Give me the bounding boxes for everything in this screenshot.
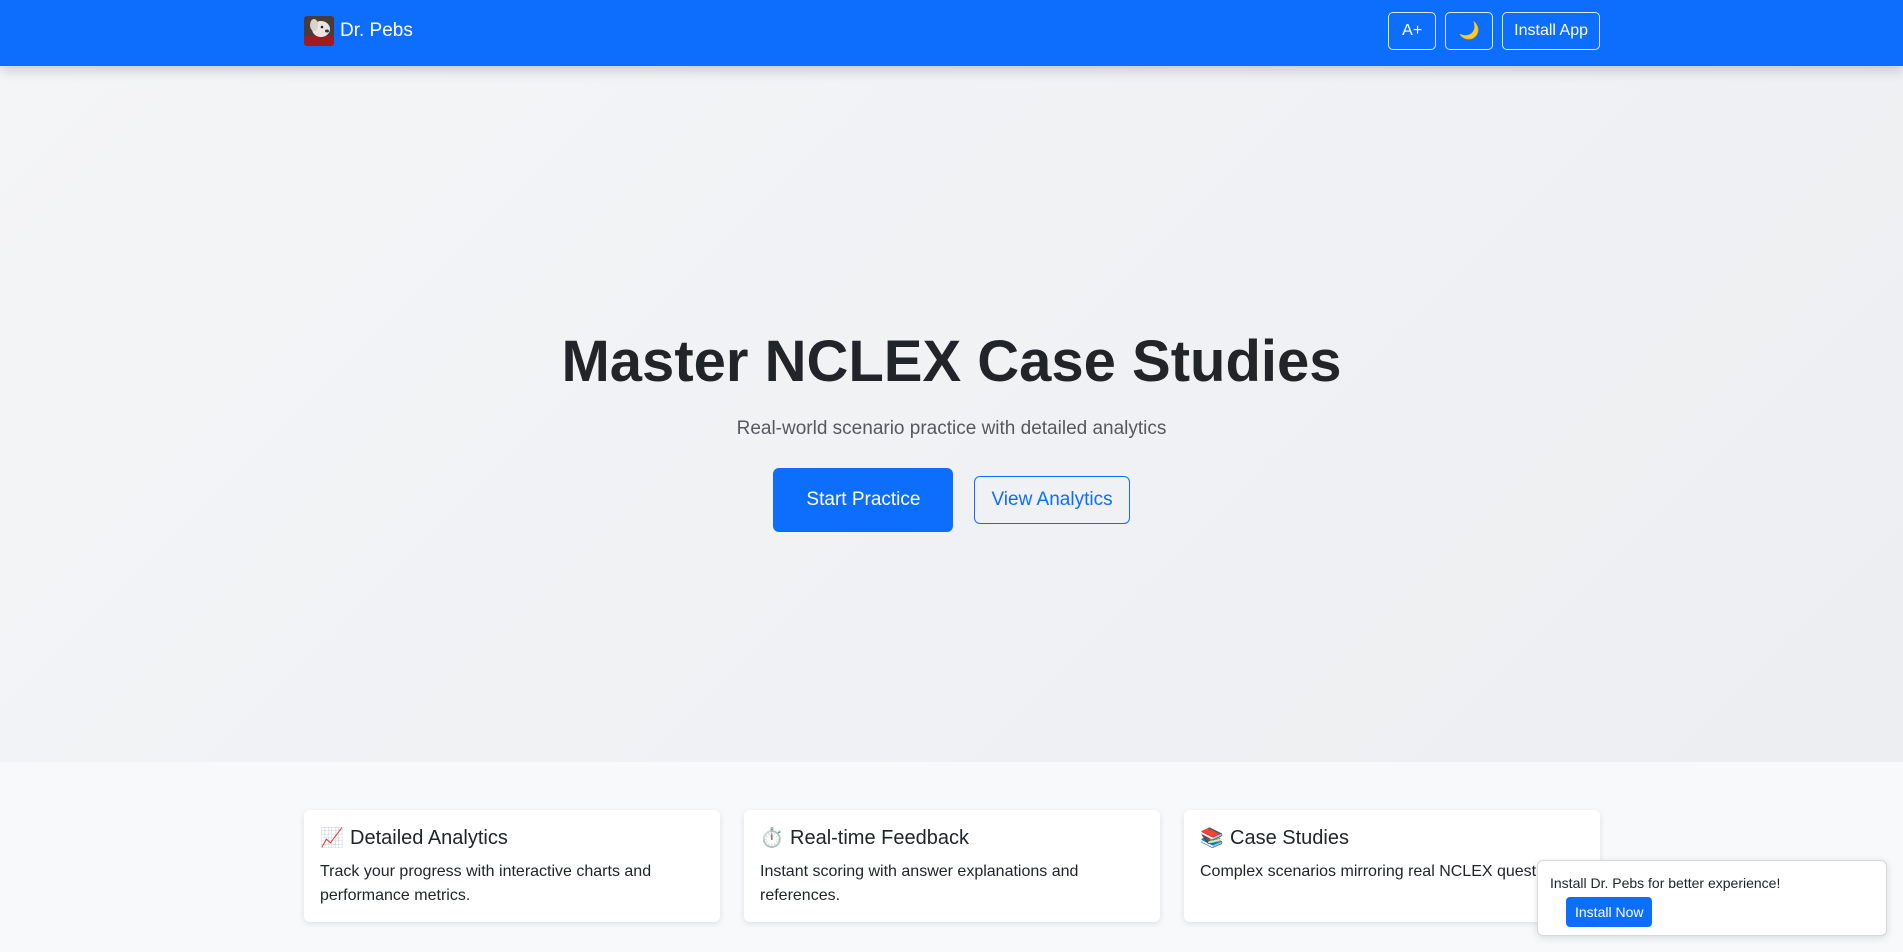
install-prompt: Install Dr. Pebs for better experience! …	[1537, 860, 1887, 936]
chart-icon: 📈	[320, 828, 344, 849]
top-navbar: Dr. Pebs A+ 🌙 Install App	[0, 0, 1903, 66]
start-practice-button[interactable]: Start Practice	[773, 468, 954, 532]
feature-card-title: 📚 Case Studies	[1200, 826, 1584, 850]
feature-card-text: Track your progress with interactive cha…	[320, 863, 652, 904]
hero-actions: Start Practice View Analytics	[0, 468, 1903, 532]
feature-title-text: Detailed Analytics	[350, 826, 508, 849]
feature-card-text: Complex scenarios mirroring real NCLEX q…	[1200, 863, 1570, 880]
moon-icon: 🌙	[1458, 21, 1480, 40]
install-now-button[interactable]: Install Now	[1566, 897, 1653, 927]
brand-name: Dr. Pebs	[340, 20, 413, 41]
navbar-actions: A+ 🌙 Install App	[1388, 12, 1600, 50]
hero-subtitle: Real-world scenario practice with detail…	[736, 418, 1167, 439]
feature-card-title: ⏱️ Real-time Feedback	[760, 826, 1144, 850]
feature-card-title: 📈 Detailed Analytics	[320, 826, 704, 850]
feature-title-text: Case Studies	[1230, 826, 1349, 849]
view-analytics-button[interactable]: View Analytics	[974, 476, 1130, 524]
dog-avatar-icon	[304, 16, 334, 46]
hero-section: Master NCLEX Case Studies Real-world sce…	[0, 66, 1903, 762]
feature-card-analytics: 📈 Detailed Analytics Track your progress…	[304, 810, 720, 922]
brand-link[interactable]: Dr. Pebs	[304, 16, 413, 46]
feature-card-feedback: ⏱️ Real-time Feedback Instant scoring wi…	[744, 810, 1160, 922]
install-app-button[interactable]: Install App	[1502, 12, 1600, 50]
books-icon: 📚	[1200, 828, 1224, 849]
install-prompt-message: Install Dr. Pebs for better experience!	[1550, 875, 1781, 891]
hero-title: Master NCLEX Case Studies	[561, 329, 1342, 394]
font-size-button[interactable]: A+	[1388, 12, 1437, 50]
stopwatch-icon: ⏱️	[760, 828, 784, 849]
feature-card-text: Instant scoring with answer explanations…	[760, 863, 1079, 904]
feature-cards: 📈 Detailed Analytics Track your progress…	[304, 810, 1600, 922]
feature-title-text: Real-time Feedback	[790, 826, 969, 849]
dark-mode-button[interactable]: 🌙	[1445, 12, 1494, 50]
